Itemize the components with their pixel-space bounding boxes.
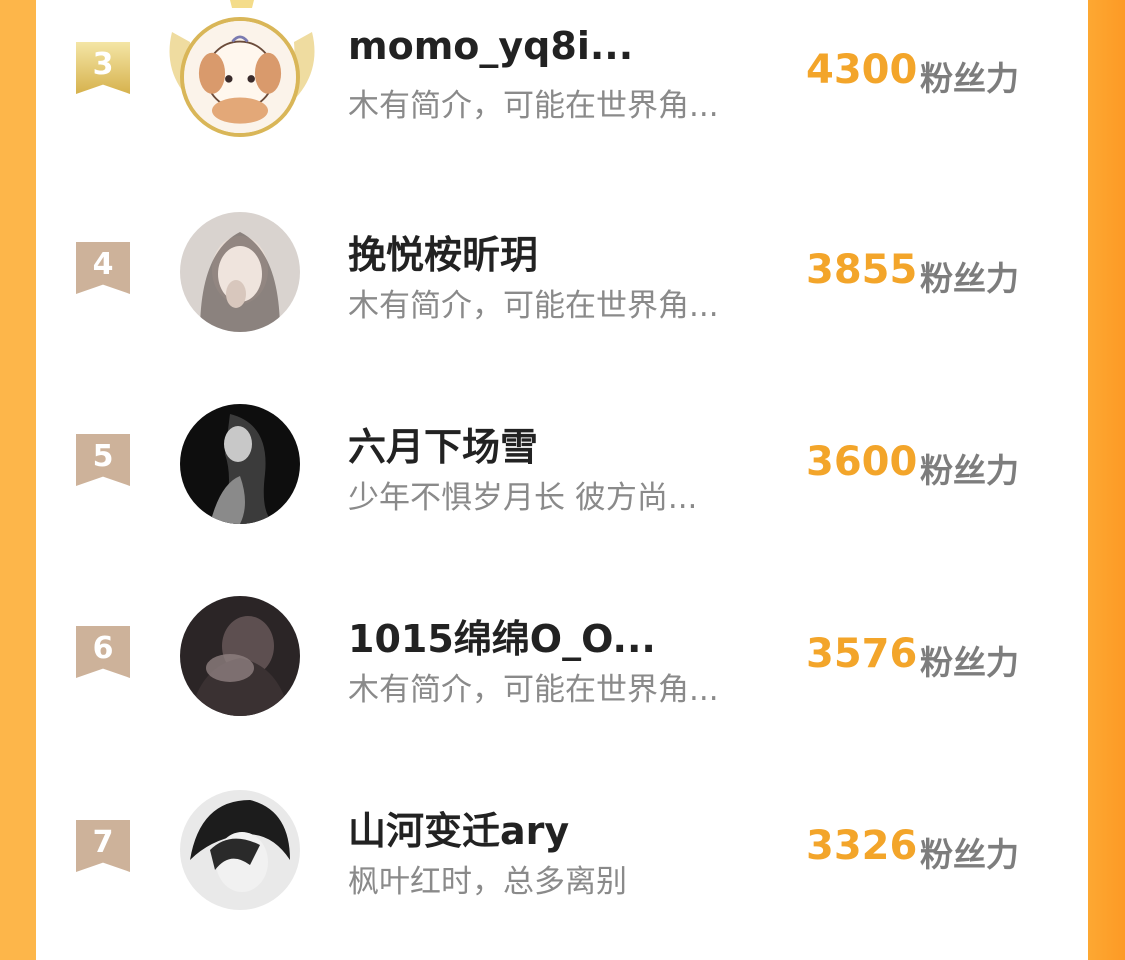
fan-power-unit: 粉丝力 xyxy=(920,59,1019,98)
fan-power-score: 3600 xyxy=(806,439,918,485)
ranking-row[interactable]: 7 山河变迁ary 枫叶红时，总多离别 3326 粉丝力 xyxy=(36,768,1088,960)
user-bio: 木有简介，可能在世界角... xyxy=(348,288,719,324)
ranking-row[interactable]: 4 挽悦桉昕玥 木有简介，可能在世界角... 3855 粉丝力 xyxy=(36,192,1088,384)
ranking-card: 3 momo_yq8i... 木有简介，可能在世界角... 4300 粉丝力 4 xyxy=(36,0,1088,910)
ranking-row[interactable]: 6 1015绵绵O_O... 木有简介，可能在世界角... 3576 粉丝力 xyxy=(36,576,1088,768)
user-name[interactable]: 挽悦桉昕玥 xyxy=(348,224,538,279)
fan-power-unit: 粉丝力 xyxy=(920,259,1019,298)
fan-power-score: 3326 xyxy=(806,823,918,869)
rank-badge: 6 xyxy=(76,626,130,678)
user-name[interactable]: 山河变迁ary xyxy=(348,800,569,855)
avatar[interactable] xyxy=(180,596,300,716)
fan-power-score: 4300 xyxy=(806,47,918,93)
user-bio: 少年不惧岁月长 彼方尚... xyxy=(348,480,698,516)
rank-badge: 3 xyxy=(76,42,130,94)
fan-power-unit: 粉丝力 xyxy=(920,451,1019,490)
rank-badge: 7 xyxy=(76,820,130,872)
avatar[interactable] xyxy=(180,790,300,910)
user-name[interactable]: momo_yq8i... xyxy=(348,24,633,68)
avatar[interactable] xyxy=(180,212,300,332)
ranking-row[interactable]: 5 六月下场雪 少年不惧岁月长 彼方尚... 3600 粉丝力 xyxy=(36,384,1088,576)
avatar[interactable] xyxy=(180,404,300,524)
rank-badge: 4 xyxy=(76,242,130,294)
user-bio: 枫叶红时，总多离别 xyxy=(348,864,627,900)
user-name[interactable]: 1015绵绵O_O... xyxy=(348,608,656,663)
fan-power-unit: 粉丝力 xyxy=(920,835,1019,874)
rank-badge: 5 xyxy=(76,434,130,486)
fan-power-score: 3855 xyxy=(806,247,918,293)
ranking-row[interactable]: 3 momo_yq8i... 木有简介，可能在世界角... 4300 粉丝力 xyxy=(36,0,1088,184)
fan-power-score: 3576 xyxy=(806,631,918,677)
avatar[interactable] xyxy=(180,17,300,137)
fan-power-unit: 粉丝力 xyxy=(920,643,1019,682)
user-bio: 木有简介，可能在世界角... xyxy=(348,672,719,708)
user-name[interactable]: 六月下场雪 xyxy=(348,416,538,471)
user-bio: 木有简介，可能在世界角... xyxy=(348,88,719,124)
